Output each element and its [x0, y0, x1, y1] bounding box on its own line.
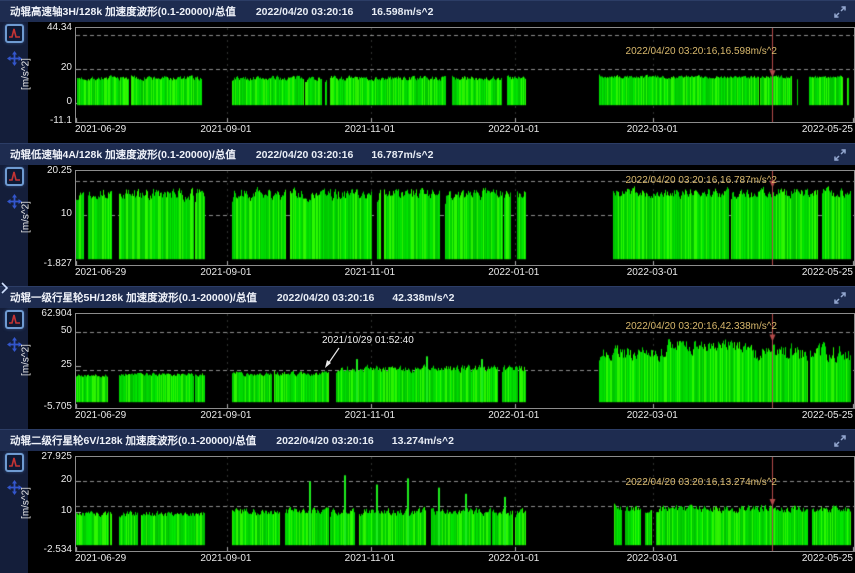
y-tick-label: 20 — [28, 62, 72, 73]
x-axis-labels: 2021-06-29 2021-09-01 2021-11-01 2022-01-01… — [75, 267, 853, 281]
panel-title: 动辊低速轴4A/128k 加速度波形(0.1-20000)/总值 — [10, 147, 236, 162]
x-tick-label: 2021-11-01 — [345, 553, 395, 564]
chart-panel: 动辊一级行星轮5H/128k 加速度波形(0.1-20000)/总值 2022/… — [0, 286, 855, 429]
x-axis-labels: 2021-06-29 2021-09-01 2021-11-01 2022-01-01… — [75, 410, 853, 424]
panel-header: 动辊二级行星轮6V/128k 加速度波形(0.1-20000)/总值 2022/… — [0, 429, 855, 451]
chart-panel: 动辊高速轴3H/128k 加速度波形(0.1-20000)/总值 2022/04… — [0, 0, 855, 143]
x-tick-label: 2022-03-01 — [627, 410, 678, 421]
panel-title: 动辊高速轴3H/128k 加速度波形(0.1-20000)/总值 — [10, 4, 236, 19]
x-tick-label: 2022-01-01 — [488, 267, 539, 278]
x-tick-label: 2022-03-01 — [627, 124, 678, 135]
x-tick-label: 2021-06-29 — [75, 410, 126, 421]
x-tick-label: 2022-03-01 — [627, 553, 678, 564]
y-axis-max-label: 62.904 — [28, 308, 72, 319]
panel-overall-value: 16.598m/s^2 — [371, 6, 433, 18]
panel-timestamp: 2022/04/20 03:20:16 — [277, 292, 375, 304]
y-tick-label: 10 — [28, 505, 72, 516]
panel-body: 20.25 -1.827 [m/s^2] 2022/04/20 03:20:16… — [0, 165, 855, 286]
y-tick-label: 20 — [28, 474, 72, 485]
x-tick-label: 2022-01-01 — [488, 553, 539, 564]
y-axis-min-label: -5.705 — [28, 401, 72, 412]
x-tick-label: 2022-05-25 — [802, 553, 853, 564]
y-axis-min-label: -11.1 — [28, 115, 72, 126]
panel-header: 动辊一级行星轮5H/128k 加速度波形(0.1-20000)/总值 2022/… — [0, 286, 855, 308]
panel-body: 44.34 -11.1 [m/s^2] 2022/04/20 03:20:16,… — [0, 22, 855, 143]
marker-tool-button[interactable] — [5, 310, 24, 329]
x-tick-label: 2021-11-01 — [345, 267, 395, 278]
cursor-value-label: 2022/04/20 03:20:16,16.598m/s^2 — [626, 46, 777, 57]
expand-icon[interactable] — [833, 148, 847, 162]
x-axis-labels: 2021-06-29 2021-09-01 2021-11-01 2022-01-01… — [75, 124, 853, 138]
expand-icon[interactable] — [833, 434, 847, 448]
move-icon[interactable] — [7, 480, 22, 495]
panel-timestamp: 2022/04/20 03:20:16 — [276, 435, 374, 447]
y-axis-min-label: -1.827 — [28, 258, 72, 269]
panel-overall-value: 16.787m/s^2 — [371, 149, 433, 161]
marker-tool-button[interactable] — [5, 453, 24, 472]
x-tick-label: 2021-06-29 — [75, 124, 126, 135]
expand-icon[interactable] — [833, 5, 847, 19]
vibration-monitor-app: 动辊高速轴3H/128k 加速度波形(0.1-20000)/总值 2022/04… — [0, 0, 855, 573]
y-tick-label: 50 — [28, 325, 72, 336]
x-tick-label: 2021-06-29 — [75, 553, 126, 564]
annotation-arrow-icon — [322, 346, 342, 371]
marker-tool-button[interactable] — [5, 167, 24, 186]
cursor-value-label: 2022/04/20 03:20:16,13.274m/s^2 — [626, 477, 777, 488]
x-tick-label: 2021-11-01 — [345, 124, 395, 135]
x-tick-label: 2021-09-01 — [200, 553, 251, 564]
y-tick-label: 25 — [28, 359, 72, 370]
cursor-value-label: 2022/04/20 03:20:16,16.787m/s^2 — [626, 175, 777, 186]
move-icon[interactable] — [7, 51, 22, 66]
x-tick-label: 2021-09-01 — [200, 267, 251, 278]
event-annotation: 2021/10/29 01:52:40 — [322, 335, 414, 346]
panel-overall-value: 42.338m/s^2 — [392, 292, 454, 304]
panel-timestamp: 2022/04/20 03:20:16 — [256, 149, 354, 161]
x-axis-labels: 2021-06-29 2021-09-01 2021-11-01 2022-01-01… — [75, 553, 853, 567]
panel-header: 动辊低速轴4A/128k 加速度波形(0.1-20000)/总值 2022/04… — [0, 143, 855, 165]
x-tick-label: 2021-09-01 — [200, 410, 251, 421]
x-tick-label: 2022-05-25 — [802, 267, 853, 278]
cursor-value-label: 2022/04/20 03:20:16,42.338m/s^2 — [626, 321, 777, 332]
expand-icon[interactable] — [833, 291, 847, 305]
y-axis-max-label: 44.34 — [28, 22, 72, 33]
panel-body: 27.925 -2.534 [m/s^2] 2022/04/20 03:20:1… — [0, 451, 855, 573]
chart-panel: 动辊二级行星轮6V/128k 加速度波形(0.1-20000)/总值 2022/… — [0, 429, 855, 573]
chart-panel: 动辊低速轴4A/128k 加速度波形(0.1-20000)/总值 2022/04… — [0, 143, 855, 286]
move-icon[interactable] — [7, 337, 22, 352]
y-tick-label: 0 — [28, 96, 72, 107]
x-tick-label: 2022-05-25 — [802, 410, 853, 421]
x-tick-label: 2022-03-01 — [627, 267, 678, 278]
waveform-plot[interactable] — [75, 27, 855, 123]
sidebar-expand-chevron[interactable] — [0, 281, 9, 295]
x-tick-label: 2022-01-01 — [488, 124, 539, 135]
panel-timestamp: 2022/04/20 03:20:16 — [256, 6, 354, 18]
marker-tool-button[interactable] — [5, 24, 24, 43]
panel-header: 动辊高速轴3H/128k 加速度波形(0.1-20000)/总值 2022/04… — [0, 0, 855, 22]
waveform-plot[interactable] — [75, 456, 855, 552]
x-tick-label: 2021-11-01 — [345, 410, 395, 421]
move-icon[interactable] — [7, 194, 22, 209]
panel-title: 动辊二级行星轮6V/128k 加速度波形(0.1-20000)/总值 — [10, 433, 256, 448]
panel-body: 62.904 -5.705 [m/s^2] 2022/04/20 03:20:1… — [0, 308, 855, 429]
x-tick-label: 2021-09-01 — [200, 124, 251, 135]
y-axis-max-label: 20.25 — [28, 165, 72, 176]
panel-overall-value: 13.274m/s^2 — [392, 435, 454, 447]
y-axis-min-label: -2.534 — [28, 544, 72, 555]
x-tick-label: 2022-05-25 — [802, 124, 853, 135]
y-axis-max-label: 27.925 — [28, 451, 72, 462]
x-tick-label: 2021-06-29 — [75, 267, 126, 278]
x-tick-label: 2022-01-01 — [488, 410, 539, 421]
panel-title: 动辊一级行星轮5H/128k 加速度波形(0.1-20000)/总值 — [10, 290, 257, 305]
y-tick-label: 10 — [28, 208, 72, 219]
